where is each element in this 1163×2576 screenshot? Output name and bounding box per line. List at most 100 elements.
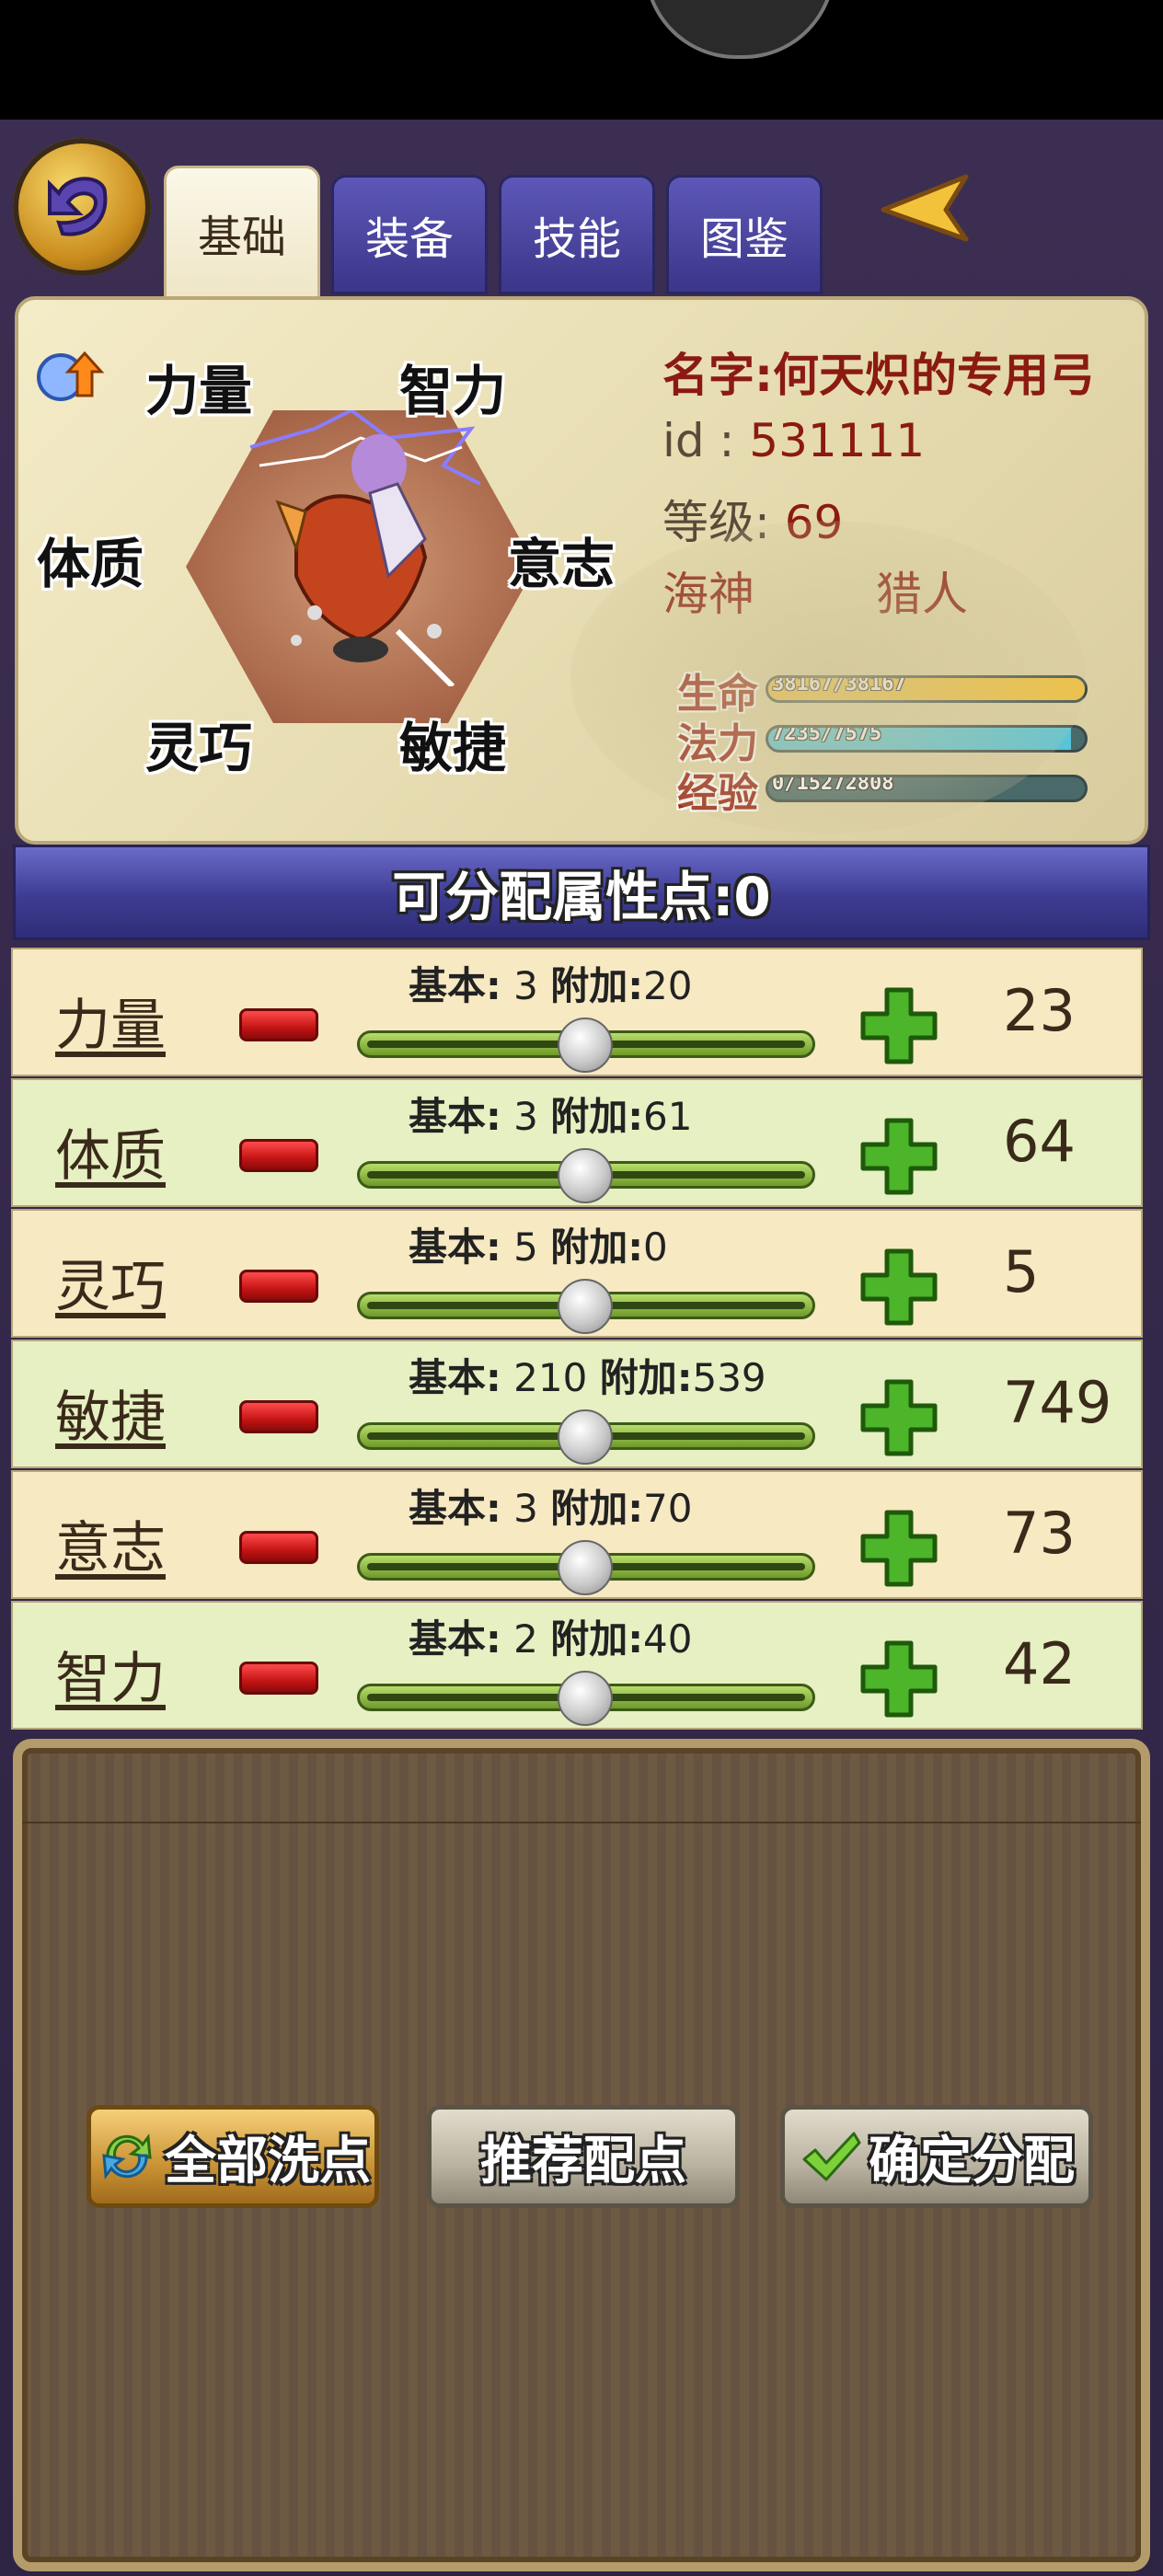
extra-value: 20 [643,963,693,1008]
basic-label: 基本: [409,963,501,1008]
plus-icon[interactable] [859,1378,938,1457]
hex-label-will: 意志 [508,533,616,595]
reset-all-label: 全部洗点 [165,2131,371,2191]
character-level: 等级: 69 [662,486,843,552]
attribute-name[interactable]: 智力 [55,1634,166,1714]
mp-text: 7235/7575 [772,725,882,745]
attribute-row-agility: 敏捷 基本: 210 附加:539 749 [11,1340,1143,1468]
plus-icon[interactable] [859,1639,938,1719]
character-sprite [249,410,480,686]
attribute-total: 5 [1003,1238,1040,1305]
attribute-total: 73 [1003,1500,1076,1567]
extra-value: 539 [692,1355,766,1400]
minus-icon[interactable] [239,1270,318,1303]
attribute-row-will: 意志 基本: 3 附加:70 73 [11,1470,1143,1599]
basic-value: 3 [513,1486,538,1531]
refresh-icon [102,2133,152,2180]
attribute-name[interactable]: 敏捷 [55,1373,166,1453]
confirm-label: 确定分配 [869,2131,1075,2191]
exp-bar: 0/15272808 [766,775,1088,802]
id-value: 531111 [749,414,926,467]
character-class: 猎人 [876,568,968,621]
attribute-slider-knob[interactable] [558,1279,613,1334]
plus-icon[interactable] [859,1248,938,1327]
minus-icon[interactable] [239,1531,318,1564]
basic-value: 2 [513,1616,538,1662]
attribute-slider-knob[interactable] [558,1018,613,1073]
minus-icon[interactable] [239,1400,318,1433]
tab-basic[interactable]: 基础 [164,166,320,299]
basic-value: 5 [513,1225,538,1270]
attribute-row-dexterity: 灵巧 基本: 5 附加:0 5 [11,1209,1143,1338]
extra-label: 附加: [550,963,644,1008]
character-name: 名字:何天炽的专用弓 [662,349,1095,402]
minus-icon[interactable] [239,1662,318,1695]
mp-fill [768,728,1071,750]
character-race: 海神 [662,568,754,621]
checkmark-icon [802,2132,861,2181]
attribute-breakdown: 基本: 5 附加:0 [409,1216,668,1272]
minus-icon[interactable] [239,1139,318,1172]
attribute-breakdown: 基本: 3 附加:61 [409,1086,693,1142]
attribute-total: 23 [1003,977,1076,1044]
hp-bar: 38167/38167 [766,675,1088,703]
attribute-breakdown: 基本: 3 附加:70 [409,1478,693,1534]
tab-collection[interactable]: 图鉴 [666,175,823,294]
recommend-button[interactable]: 推荐配点 [427,2105,740,2208]
extra-label: 附加: [550,1225,644,1270]
attribute-slider-knob[interactable] [558,1409,613,1465]
basic-value: 3 [513,1094,538,1139]
back-arrow-icon [48,177,108,236]
extra-value: 40 [643,1616,693,1662]
plus-icon[interactable] [859,986,938,1065]
attribute-slider-knob[interactable] [558,1671,613,1726]
extra-value: 61 [643,1094,693,1139]
hp-label: 生命 [677,671,758,718]
attribute-total: 749 [1003,1369,1112,1436]
available-points-text: 可分配属性点:0 [392,866,771,928]
character-info-panel: 力量 智力 体质 意志 灵巧 敏捷 名字:何天炽的专用弓 id : 531111… [15,296,1148,845]
top-menu-button[interactable] [644,0,835,59]
basic-label: 基本: [409,1094,501,1139]
confirm-button[interactable]: 确定分配 [780,2105,1093,2208]
hp-fill [768,678,1085,700]
back-button[interactable] [13,138,151,276]
extra-label: 附加: [599,1355,693,1400]
basic-label: 基本: [409,1355,501,1400]
attribute-row-intelligence: 智力 基本: 2 附加:40 42 [11,1601,1143,1730]
plus-icon[interactable] [859,1117,938,1196]
reset-all-button[interactable]: 全部洗点 [86,2105,379,2208]
tab-skills[interactable]: 技能 [499,175,655,294]
extra-label: 附加: [550,1486,644,1531]
level-value: 69 [784,496,844,549]
hp-text: 38167/38167 [772,675,906,696]
attribute-slider-knob[interactable] [558,1540,613,1595]
exp-text: 0/15272808 [772,775,894,795]
tab-equipment[interactable]: 装备 [331,175,488,294]
attribute-name[interactable]: 力量 [55,981,166,1061]
hex-label-intelligence: 智力 [399,360,507,422]
hex-label-agility: 敏捷 [399,717,507,779]
attribute-total: 42 [1003,1630,1076,1697]
attribute-name[interactable]: 灵巧 [55,1242,166,1322]
attribute-row-constitution: 体质 基本: 3 附加:61 64 [11,1078,1143,1207]
triangle-left-icon[interactable] [874,166,975,248]
basic-value: 3 [513,963,538,1008]
hex-label-dexterity: 灵巧 [145,717,253,779]
attribute-list: 力量 基本: 3 附加:20 23 体质 基本: 3 附加:61 64 灵巧 基… [11,948,1143,1731]
plus-icon[interactable] [859,1509,938,1588]
extra-label: 附加: [550,1094,644,1139]
attribute-hexagon [186,410,535,723]
recommend-label: 推荐配点 [480,2131,686,2191]
attribute-breakdown: 基本: 2 附加:40 [409,1608,693,1664]
mp-label: 法力 [677,720,758,767]
minus-icon[interactable] [239,1008,318,1041]
basic-label: 基本: [409,1486,501,1531]
attribute-name[interactable]: 体质 [55,1111,166,1191]
extra-label: 附加: [550,1616,644,1662]
hex-label-strength: 力量 [145,360,253,422]
attribute-breakdown: 基本: 3 附加:20 [409,955,693,1011]
attribute-slider-knob[interactable] [558,1148,613,1203]
attribute-name[interactable]: 意志 [55,1503,166,1583]
level-up-icon[interactable] [31,348,109,403]
